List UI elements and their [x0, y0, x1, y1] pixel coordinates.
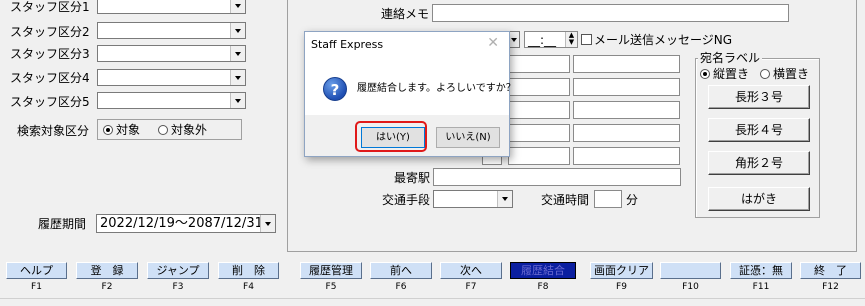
- postcard-button[interactable]: はがき: [708, 187, 810, 211]
- contact-memo-label: 連絡メモ: [381, 7, 430, 21]
- grid-field[interactable]: [508, 101, 570, 119]
- orientation-horizontal-option[interactable]: 横置き: [760, 66, 809, 82]
- fkey-clear-button[interactable]: 画面クリア: [590, 262, 653, 279]
- address-label-title: 宛名ラベル: [698, 50, 763, 66]
- fkey-history-merge-button[interactable]: 履歴結合: [510, 262, 576, 279]
- fkey-number: F5: [325, 282, 337, 292]
- fkey-number: F7: [465, 282, 477, 292]
- grid-field[interactable]: [573, 147, 680, 165]
- fkey-number: F8: [537, 282, 549, 292]
- dialog-title: Staff Express: [311, 38, 384, 51]
- no-button[interactable]: いいえ(N): [436, 127, 500, 148]
- chevron-down-icon[interactable]: [230, 70, 245, 85]
- envelope-long3-button[interactable]: 長形３号: [708, 85, 810, 109]
- fkey-number: F6: [395, 282, 407, 292]
- contact-memo-input[interactable]: [432, 4, 789, 22]
- staff-category-1-select[interactable]: [97, 0, 246, 14]
- fkey-evidence-button[interactable]: 証憑：無: [730, 262, 792, 279]
- search-target-option-target[interactable]: 対象: [103, 122, 140, 138]
- dialog-message: 履歴結合します。よろしいですか？: [357, 83, 516, 94]
- status-strip: [0, 298, 865, 306]
- grid-field[interactable]: [573, 101, 680, 119]
- fkey-number: F4: [243, 282, 254, 292]
- staff-category-label: スタッフ区分1: [10, 0, 90, 14]
- commute-time-unit: 分: [626, 193, 639, 207]
- fkey-number: F11: [752, 282, 770, 292]
- fkey-jump-button[interactable]: ジャンプ: [147, 262, 209, 279]
- fkey-number: F12: [822, 282, 839, 292]
- fkey-history-manage-button[interactable]: 履歴管理: [300, 262, 362, 279]
- grid-field[interactable]: [508, 147, 570, 165]
- fkey-number: F2: [101, 282, 113, 292]
- fkey-number: F3: [172, 282, 184, 292]
- envelope-long4-button[interactable]: 長形４号: [708, 118, 810, 142]
- fkey-prev-button[interactable]: 前へ: [370, 262, 432, 279]
- envelope-square2-button[interactable]: 角形２号: [708, 151, 810, 175]
- transport-select[interactable]: [433, 190, 513, 208]
- history-period-label: 履歴期間: [38, 217, 87, 231]
- chevron-down-icon[interactable]: [497, 191, 512, 207]
- history-period-select[interactable]: 2022/12/19～2087/12/31: [96, 214, 276, 233]
- grid-field[interactable]: [573, 78, 680, 96]
- chevron-down-icon[interactable]: [230, 93, 245, 108]
- radio-selected-icon: [103, 125, 113, 135]
- chevron-down-icon[interactable]: [230, 0, 245, 13]
- chevron-down-icon[interactable]: [230, 23, 245, 38]
- staff-category-label: スタッフ区分5: [10, 95, 90, 109]
- staff-category-2-select[interactable]: [97, 22, 246, 39]
- search-target-radio-group: 対象 対象外: [97, 119, 242, 140]
- commute-time-input[interactable]: [594, 190, 622, 208]
- fkey-number: F9: [616, 282, 627, 292]
- grid-field[interactable]: [573, 55, 680, 73]
- close-icon[interactable]: ✕: [487, 35, 499, 51]
- grid-field[interactable]: [573, 124, 680, 142]
- chevron-down-icon[interactable]: [230, 46, 245, 61]
- nearest-station-input[interactable]: [433, 168, 681, 186]
- grid-field[interactable]: [508, 78, 570, 96]
- fkey-exit-button[interactable]: 終 了: [800, 262, 861, 279]
- staff-category-4-select[interactable]: [97, 69, 246, 86]
- staff-category-label: スタッフ区分2: [10, 25, 90, 39]
- radio-unselected-icon: [760, 69, 770, 79]
- time-input[interactable]: __:__ ▲ ▼: [524, 31, 578, 48]
- radio-selected-icon: [700, 69, 710, 79]
- yes-button-highlight: [355, 121, 427, 152]
- grid-field[interactable]: [508, 124, 570, 142]
- search-target-option-non-target[interactable]: 対象外: [158, 122, 207, 138]
- transport-label: 交通手段: [382, 193, 431, 207]
- fkey-help-button[interactable]: ヘルプ: [6, 262, 67, 279]
- commute-time-label: 交通時間: [541, 193, 590, 207]
- mail-ng-checkbox[interactable]: メール送信メッセージNG: [581, 32, 732, 48]
- orientation-vertical-option[interactable]: 縦置き: [700, 66, 749, 82]
- checkbox-icon: [581, 34, 592, 45]
- time-spinner[interactable]: ▲ ▼: [565, 32, 577, 47]
- fkey-number: F1: [31, 282, 42, 292]
- fkey-f10-button[interactable]: [660, 262, 721, 279]
- fkey-delete-button[interactable]: 削 除: [218, 262, 279, 279]
- nearest-station-label: 最寄駅: [394, 171, 431, 185]
- staff-category-label: スタッフ区分3: [10, 47, 90, 61]
- fkey-next-button[interactable]: 次へ: [440, 262, 502, 279]
- radio-unselected-icon: [158, 125, 168, 135]
- search-target-label: 検索対象区分: [17, 124, 90, 138]
- question-icon: ?: [323, 77, 347, 101]
- staff-category-5-select[interactable]: [97, 92, 246, 109]
- fkey-number: F10: [682, 282, 699, 292]
- staff-category-3-select[interactable]: [97, 45, 246, 62]
- grid-field[interactable]: [508, 55, 570, 73]
- fkey-register-button[interactable]: 登 録: [76, 262, 138, 279]
- staff-category-label: スタッフ区分4: [10, 71, 90, 85]
- chevron-down-icon[interactable]: [260, 215, 275, 232]
